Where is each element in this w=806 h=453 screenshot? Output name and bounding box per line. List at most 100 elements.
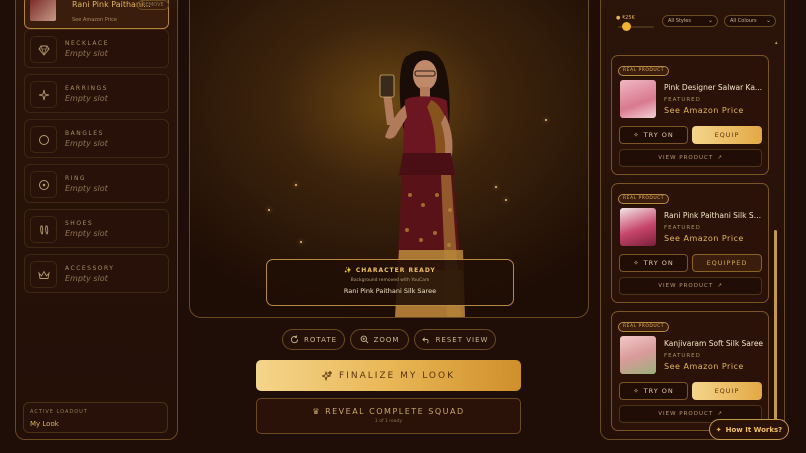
character-product-name: Rani Pink Paithani Silk Saree <box>343 287 437 295</box>
sparkle <box>495 186 497 188</box>
equipped-item-price: See Amazon Price <box>72 17 117 23</box>
product-featured: FEATURED <box>664 353 701 359</box>
view-product-label: VIEW PRODUCT <box>658 411 714 417</box>
try-on-button[interactable]: ✧ TRY ON <box>619 382 688 400</box>
external-link-icon: ↗ <box>717 283 723 289</box>
ring-icon <box>30 171 57 198</box>
rotate-icon <box>290 335 299 344</box>
slot-bangles[interactable]: BANGLES Empty slot <box>24 119 169 158</box>
product-name: Pink Designer Salwar Ka... <box>664 83 763 92</box>
slot-ring[interactable]: RING Empty slot <box>24 164 169 203</box>
remove-button[interactable]: REMOVE <box>137 0 169 10</box>
product-card: REAL PRODUCT Rani Pink Paithani Silk Sar… <box>611 183 769 303</box>
rotate-button[interactable]: ROTATE <box>282 329 345 350</box>
sparkle <box>300 241 302 243</box>
product-price-link[interactable]: See Amazon Price <box>664 106 744 115</box>
product-list-scrollbar[interactable] <box>774 230 777 430</box>
styles-select[interactable]: All Styles ⌄ <box>662 15 718 27</box>
character-stage[interactable]: ✨ CHARACTER READY Background removed wit… <box>189 0 589 318</box>
slot-label: ACCESSORY <box>65 265 115 272</box>
slot-necklace[interactable]: NECKLACE Empty slot <box>24 29 169 68</box>
equip-button[interactable]: EQUIP <box>692 126 762 144</box>
slot-value: Empty slot <box>65 139 108 148</box>
sparkles-icon <box>322 370 332 381</box>
slot-shoes[interactable]: SHOES Empty slot <box>24 209 169 248</box>
sparkle <box>268 209 270 211</box>
filters-bar: ● ₹25K All Styles ⌄ All Colours ⌄ <box>613 12 780 36</box>
equipped-item-card[interactable]: Rani Pink Paithani... See Amazon Price R… <box>24 0 169 29</box>
slot-value: Empty slot <box>65 94 108 103</box>
slot-label: NECKLACE <box>65 40 109 47</box>
undo-icon <box>421 337 429 344</box>
try-on-label: TRY ON <box>643 259 674 267</box>
product-image <box>620 80 656 118</box>
product-price-link[interactable]: See Amazon Price <box>664 234 744 243</box>
money-bag-icon: ● <box>616 15 621 21</box>
reset-view-label: RESET VIEW <box>435 335 489 344</box>
try-on-label: TRY ON <box>643 131 674 139</box>
slot-label: EARRINGS <box>65 85 108 92</box>
character-ready-title: ✨ CHARACTER READY <box>344 267 436 274</box>
view-product-button[interactable]: VIEW PRODUCT ↗ <box>619 277 762 295</box>
slot-value: Empty slot <box>65 229 108 238</box>
zoom-button[interactable]: ZOOM <box>350 329 409 350</box>
how-it-works-label: How It Works? <box>725 425 783 434</box>
active-loadout[interactable]: ACTIVE LOADOUT My Look <box>23 402 168 433</box>
product-name: Rani Pink Paithani Silk Sar... <box>664 211 764 220</box>
product-card: REAL PRODUCT Kanjivaram Soft Silk Saree … <box>611 311 769 431</box>
colours-select[interactable]: All Colours ⌄ <box>724 15 776 27</box>
styles-select-value: All Styles <box>668 18 691 24</box>
crown-icon <box>30 261 57 288</box>
equip-button[interactable]: EQUIP <box>692 382 762 400</box>
product-image <box>620 208 656 246</box>
real-product-badge: REAL PRODUCT <box>618 322 670 332</box>
zoom-icon <box>360 335 368 344</box>
try-on-button[interactable]: ✧ TRY ON <box>619 126 688 144</box>
finalize-look-button[interactable]: FINALIZE MY LOOK <box>256 360 521 391</box>
chevron-down-icon: ⌄ <box>765 17 771 24</box>
price-filter-label: ● ₹25K <box>616 15 635 21</box>
loadout-title: ACTIVE LOADOUT <box>30 409 88 415</box>
slot-label: RING <box>65 175 87 182</box>
try-on-label: TRY ON <box>643 387 674 395</box>
reveal-label: REVEAL COMPLETE SQUAD <box>325 407 465 416</box>
product-name: Kanjivaram Soft Silk Saree <box>664 339 764 348</box>
slot-label: SHOES <box>65 220 94 227</box>
sparkles-icon: ✧ <box>633 131 640 139</box>
view-product-label: VIEW PRODUCT <box>658 283 714 289</box>
sparkle <box>295 184 297 186</box>
real-product-badge: REAL PRODUCT <box>618 194 670 204</box>
reset-view-button[interactable]: RESET VIEW <box>414 329 496 350</box>
shoes-icon <box>30 216 57 243</box>
how-it-works-button[interactable]: ✦ How It Works? <box>709 419 789 440</box>
scroll-up-arrow[interactable]: ▴ <box>775 40 778 46</box>
sparkles-icon: ✦ <box>715 425 722 434</box>
product-price-link[interactable]: See Amazon Price <box>664 362 744 371</box>
view-product-label: VIEW PRODUCT <box>658 155 714 161</box>
view-product-button[interactable]: VIEW PRODUCT ↗ <box>619 149 762 167</box>
earrings-icon <box>30 81 57 108</box>
character-ready-subtitle: Background removed with YouCam <box>350 278 430 283</box>
rotate-label: ROTATE <box>303 335 338 344</box>
sparkle <box>545 119 547 121</box>
slot-earrings[interactable]: EARRINGS Empty slot <box>24 74 169 113</box>
bangles-icon <box>30 126 57 153</box>
price-slider-handle[interactable] <box>622 22 631 31</box>
colours-select-value: All Colours <box>730 18 757 24</box>
necklace-icon <box>30 36 57 63</box>
try-on-button[interactable]: ✧ TRY ON <box>619 254 688 272</box>
zoom-label: ZOOM <box>373 335 400 344</box>
slot-label: BANGLES <box>65 130 104 137</box>
finalize-label: FINALIZE MY LOOK <box>339 370 455 381</box>
slot-value: Empty slot <box>65 274 108 283</box>
sparkle <box>505 199 507 201</box>
external-link-icon: ↗ <box>717 411 723 417</box>
product-featured: FEATURED <box>664 225 701 231</box>
equipped-button[interactable]: EQUIPPED <box>692 254 762 272</box>
reveal-squad-button[interactable]: ♛ REVEAL COMPLETE SQUAD 1 of 1 ready <box>256 398 521 434</box>
reveal-sub: 1 of 1 ready <box>374 419 403 424</box>
slot-accessory[interactable]: ACCESSORY Empty slot <box>24 254 169 293</box>
product-image <box>620 336 656 374</box>
slot-value: Empty slot <box>65 184 108 193</box>
real-product-badge: REAL PRODUCT <box>618 66 670 76</box>
